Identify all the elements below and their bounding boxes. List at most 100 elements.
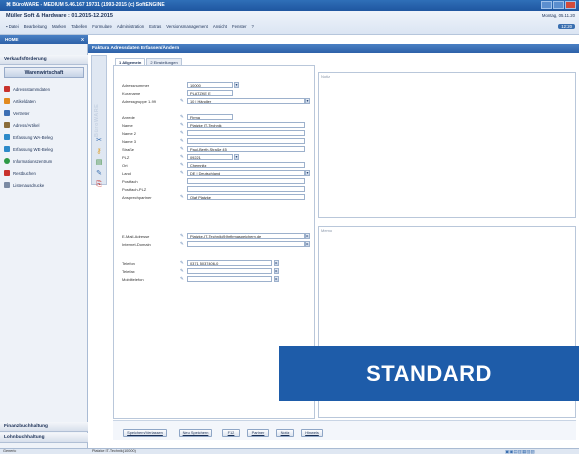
sidebar-item-restbuchen[interactable]: Restbuchen bbox=[4, 168, 36, 178]
field-kurzname[interactable]: PLATZKE E bbox=[187, 90, 233, 96]
menu-help[interactable]: ? bbox=[252, 24, 254, 29]
maximize-button[interactable] bbox=[553, 1, 564, 9]
field-adressgruppe[interactable]: 10 | Händler bbox=[187, 98, 305, 104]
edit-pencil-icon[interactable]: ✎ bbox=[180, 260, 185, 265]
field-telefax[interactable] bbox=[187, 268, 272, 274]
attachment-icon[interactable]: ⎘ bbox=[95, 181, 103, 189]
section-warenwirtschaft[interactable]: Warenwirtschaft bbox=[4, 67, 84, 78]
sidebar-item-label: Erfassung WE-Beleg bbox=[13, 146, 53, 152]
edit-pencil-icon[interactable]: ✎ bbox=[180, 98, 185, 103]
save-new-label: Neu Speichern bbox=[182, 430, 209, 435]
edit-pencil-icon[interactable]: ✎ bbox=[180, 194, 185, 199]
edit-pencil-icon[interactable]: ✎ bbox=[180, 241, 185, 246]
field-telefon[interactable]: 0371 5037406-0 bbox=[187, 260, 272, 266]
sidebar-item-erfassung-we[interactable]: Erfassung WE-Beleg bbox=[4, 144, 53, 154]
field-strasse[interactable]: Paul-Berth-Straße 45 bbox=[187, 146, 305, 152]
field-adressnummer[interactable]: 10000 bbox=[187, 82, 233, 88]
sidebar-item-adress-artikel[interactable]: Adress/Artikel bbox=[4, 120, 40, 130]
partner-label: Partner bbox=[251, 430, 265, 435]
edit-pencil-icon[interactable]: ✎ bbox=[180, 233, 185, 238]
edit-pencil-icon[interactable]: ✎ bbox=[180, 170, 185, 175]
sidebar-item-label: Adress/Artikel bbox=[13, 122, 40, 128]
section-verkaufsfoerderung[interactable]: Verkaufsförderung bbox=[0, 55, 88, 65]
field-postfach[interactable] bbox=[187, 178, 305, 184]
sidebar-item-label: Erfassung WA-Beleg bbox=[13, 134, 53, 140]
edit-pencil-icon[interactable]: ✎ bbox=[180, 138, 185, 143]
lookup-button[interactable]: ▾ bbox=[234, 154, 239, 160]
menu-tabellen[interactable]: Tabellen bbox=[71, 24, 87, 29]
home-label: HOME bbox=[5, 37, 19, 42]
field-name2[interactable] bbox=[187, 130, 305, 136]
edit-pencil-icon[interactable]: ✎ bbox=[180, 154, 185, 159]
edit-pencil-icon[interactable]: ✎ bbox=[180, 114, 185, 119]
partner-button[interactable]: Partner bbox=[247, 429, 269, 437]
sidebar-item-artikeldaten[interactable]: Artikeldaten bbox=[4, 96, 36, 106]
field-anrede[interactable]: Firma bbox=[187, 114, 233, 120]
document-icon bbox=[4, 146, 10, 152]
key-icon[interactable]: ⚷ bbox=[95, 148, 103, 156]
menu-bearbeitung[interactable]: Bearbeitung bbox=[24, 24, 47, 29]
edit-pencil-icon[interactable]: ✎ bbox=[180, 276, 185, 281]
tab-allgemein[interactable]: 1 Allgemein bbox=[115, 58, 146, 65]
label-telefax: Telefax bbox=[122, 269, 135, 274]
menu-ansicht[interactable]: Ansicht bbox=[213, 24, 227, 29]
sidebar-item-listenausdrucke[interactable]: Listenausdrucke bbox=[4, 180, 44, 190]
field-ort[interactable]: Chemnitz bbox=[187, 162, 305, 168]
edit-pencil-icon[interactable]: ✎ bbox=[180, 130, 185, 135]
web-button[interactable]: ▸ bbox=[305, 241, 310, 247]
menu-versionsmanagement[interactable]: Versionsmanagement bbox=[166, 24, 208, 29]
notes-label: Notiz bbox=[321, 74, 331, 79]
chart-icon[interactable]: ▤ bbox=[95, 159, 103, 167]
hinweis-button[interactable]: Hinweis bbox=[301, 429, 323, 437]
fax-button[interactable]: ▸ bbox=[274, 268, 279, 274]
menu-administration[interactable]: Administration bbox=[117, 24, 144, 29]
menu-extras[interactable]: Extras bbox=[149, 24, 161, 29]
menu-formulare[interactable]: Formulare bbox=[92, 24, 112, 29]
close-window-button[interactable] bbox=[565, 1, 576, 9]
field-postfach-plz[interactable] bbox=[187, 186, 305, 192]
section-lohnbuchhaltung[interactable]: Lohnbuchhaltung bbox=[0, 433, 88, 443]
field-mobiltelefon[interactable] bbox=[187, 276, 272, 282]
edition-banner: STANDARD bbox=[279, 346, 579, 401]
f12-button[interactable]: F12 bbox=[222, 429, 240, 437]
label-postfach: Postfach bbox=[122, 179, 138, 184]
lookup-button[interactable]: ▾ bbox=[234, 82, 239, 88]
field-internet-domain[interactable] bbox=[187, 241, 305, 247]
field-name3[interactable] bbox=[187, 138, 305, 144]
close-home-icon[interactable]: X bbox=[81, 35, 84, 44]
dropdown-button[interactable]: ▾ bbox=[305, 170, 310, 176]
dial-button[interactable]: ▸ bbox=[274, 260, 279, 266]
notiz-button[interactable]: Notiz bbox=[276, 429, 294, 437]
menu-fenster[interactable]: Fenster bbox=[232, 24, 247, 29]
save-exit-button[interactable]: Speichern/Verlassen bbox=[123, 429, 167, 437]
field-land[interactable]: DE | Deutschland bbox=[187, 170, 305, 176]
memo-label: Memo bbox=[321, 228, 333, 233]
edit-pencil-icon[interactable]: ✎ bbox=[180, 146, 185, 151]
home-tab[interactable]: HOME X bbox=[0, 35, 88, 44]
edit-pencil-icon[interactable]: ✎ bbox=[180, 162, 185, 167]
menu-datei[interactable]: ▪ Datei bbox=[6, 24, 19, 29]
label-kurzname: Kurzname bbox=[122, 91, 141, 96]
notes-pane[interactable]: Notiz bbox=[318, 72, 576, 218]
section-finanzbuchhaltung[interactable]: Finanzbuchhaltung bbox=[0, 422, 88, 432]
field-plz[interactable]: 09221 bbox=[187, 154, 233, 160]
edit-pencil-icon[interactable]: ✎ bbox=[180, 268, 185, 273]
field-email[interactable]: Platzke-IT-Technik@Ihrfirmaspeichern.de bbox=[187, 233, 305, 239]
sidebar-item-informationszentrum[interactable]: Informationszentrum bbox=[4, 156, 52, 166]
save-new-button[interactable]: Neu Speichern bbox=[179, 429, 212, 437]
dropdown-button[interactable]: ▾ bbox=[305, 98, 310, 104]
edit-pencil-icon[interactable]: ✎ bbox=[180, 122, 185, 127]
sidebar-item-adressstammdaten[interactable]: Adressstammdaten bbox=[4, 84, 50, 94]
menu-marken[interactable]: Marken bbox=[52, 24, 66, 29]
sidebar-item-erfassung-wa[interactable]: Erfassung WA-Beleg bbox=[4, 132, 53, 142]
field-ansprechpartner[interactable]: Olaf Platzke bbox=[187, 194, 305, 200]
email-button[interactable]: ▸ bbox=[305, 233, 310, 239]
minimize-button[interactable] bbox=[541, 1, 552, 9]
sidebar-item-vertreter[interactable]: Vertreter bbox=[4, 108, 29, 118]
booking-icon bbox=[4, 170, 10, 176]
tab-einstellungen[interactable]: 2 Einstellungen bbox=[146, 58, 182, 65]
field-name[interactable]: Platzke IT-Technik bbox=[187, 122, 305, 128]
tools-icon[interactable]: ✂ bbox=[95, 137, 103, 145]
mobile-dial-button[interactable]: ▸ bbox=[274, 276, 279, 282]
edit-icon[interactable]: ✎ bbox=[95, 170, 103, 178]
